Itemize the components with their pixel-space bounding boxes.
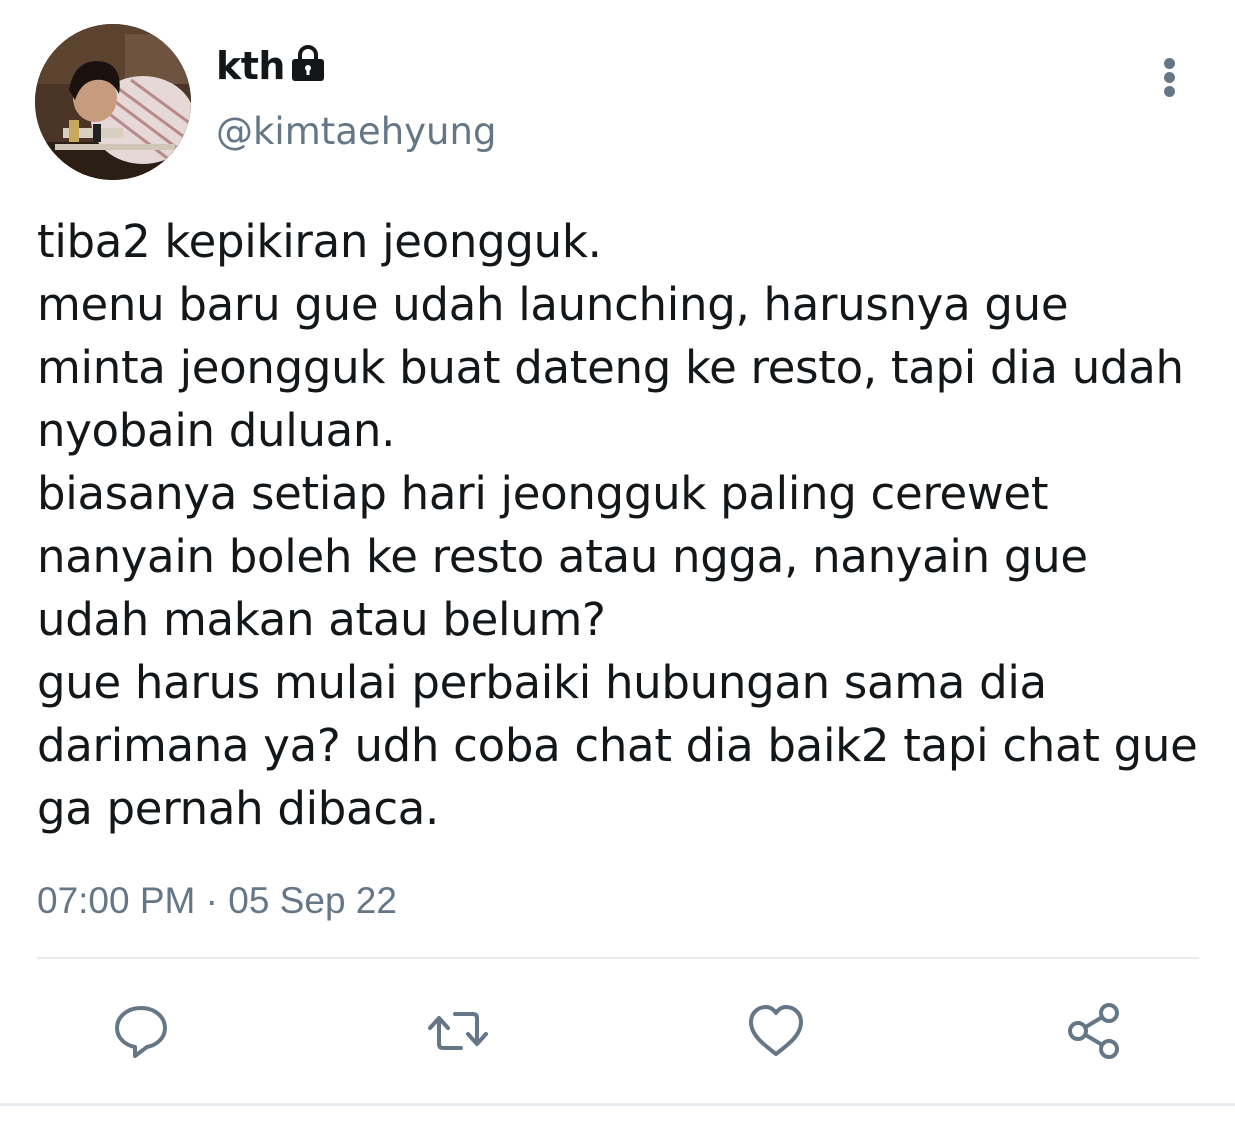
more-options-button[interactable] (1148, 50, 1192, 100)
like-button[interactable] (745, 1000, 807, 1062)
more-vertical-icon (1164, 58, 1175, 69)
bottom-divider (0, 1103, 1235, 1106)
tweet-text: tiba2 kepikiran jeongguk. menu baru gue … (37, 215, 1198, 835)
retweet-icon (428, 1012, 488, 1050)
share-icon (1068, 1003, 1119, 1059)
reply-button[interactable] (110, 1000, 172, 1062)
more-vertical-icon (1164, 86, 1175, 97)
reply-icon (115, 1006, 167, 1058)
more-vertical-icon (1164, 72, 1175, 83)
divider (37, 957, 1199, 959)
tweet-timestamp[interactable]: 07:00 PM · 05 Sep 22 (37, 876, 397, 926)
like-icon (749, 1005, 803, 1056)
share-button[interactable] (1063, 1000, 1125, 1062)
avatar[interactable] (35, 24, 191, 180)
user-handle[interactable]: @kimtaehyung (216, 108, 496, 156)
retweet-button[interactable] (427, 1000, 489, 1062)
tweet: kth @kimtaehyung tiba2 kepikiran jeonggu… (0, 0, 1235, 1122)
display-name[interactable]: kth (216, 42, 286, 90)
avatar-photo (35, 24, 191, 180)
lock-icon (288, 44, 328, 84)
